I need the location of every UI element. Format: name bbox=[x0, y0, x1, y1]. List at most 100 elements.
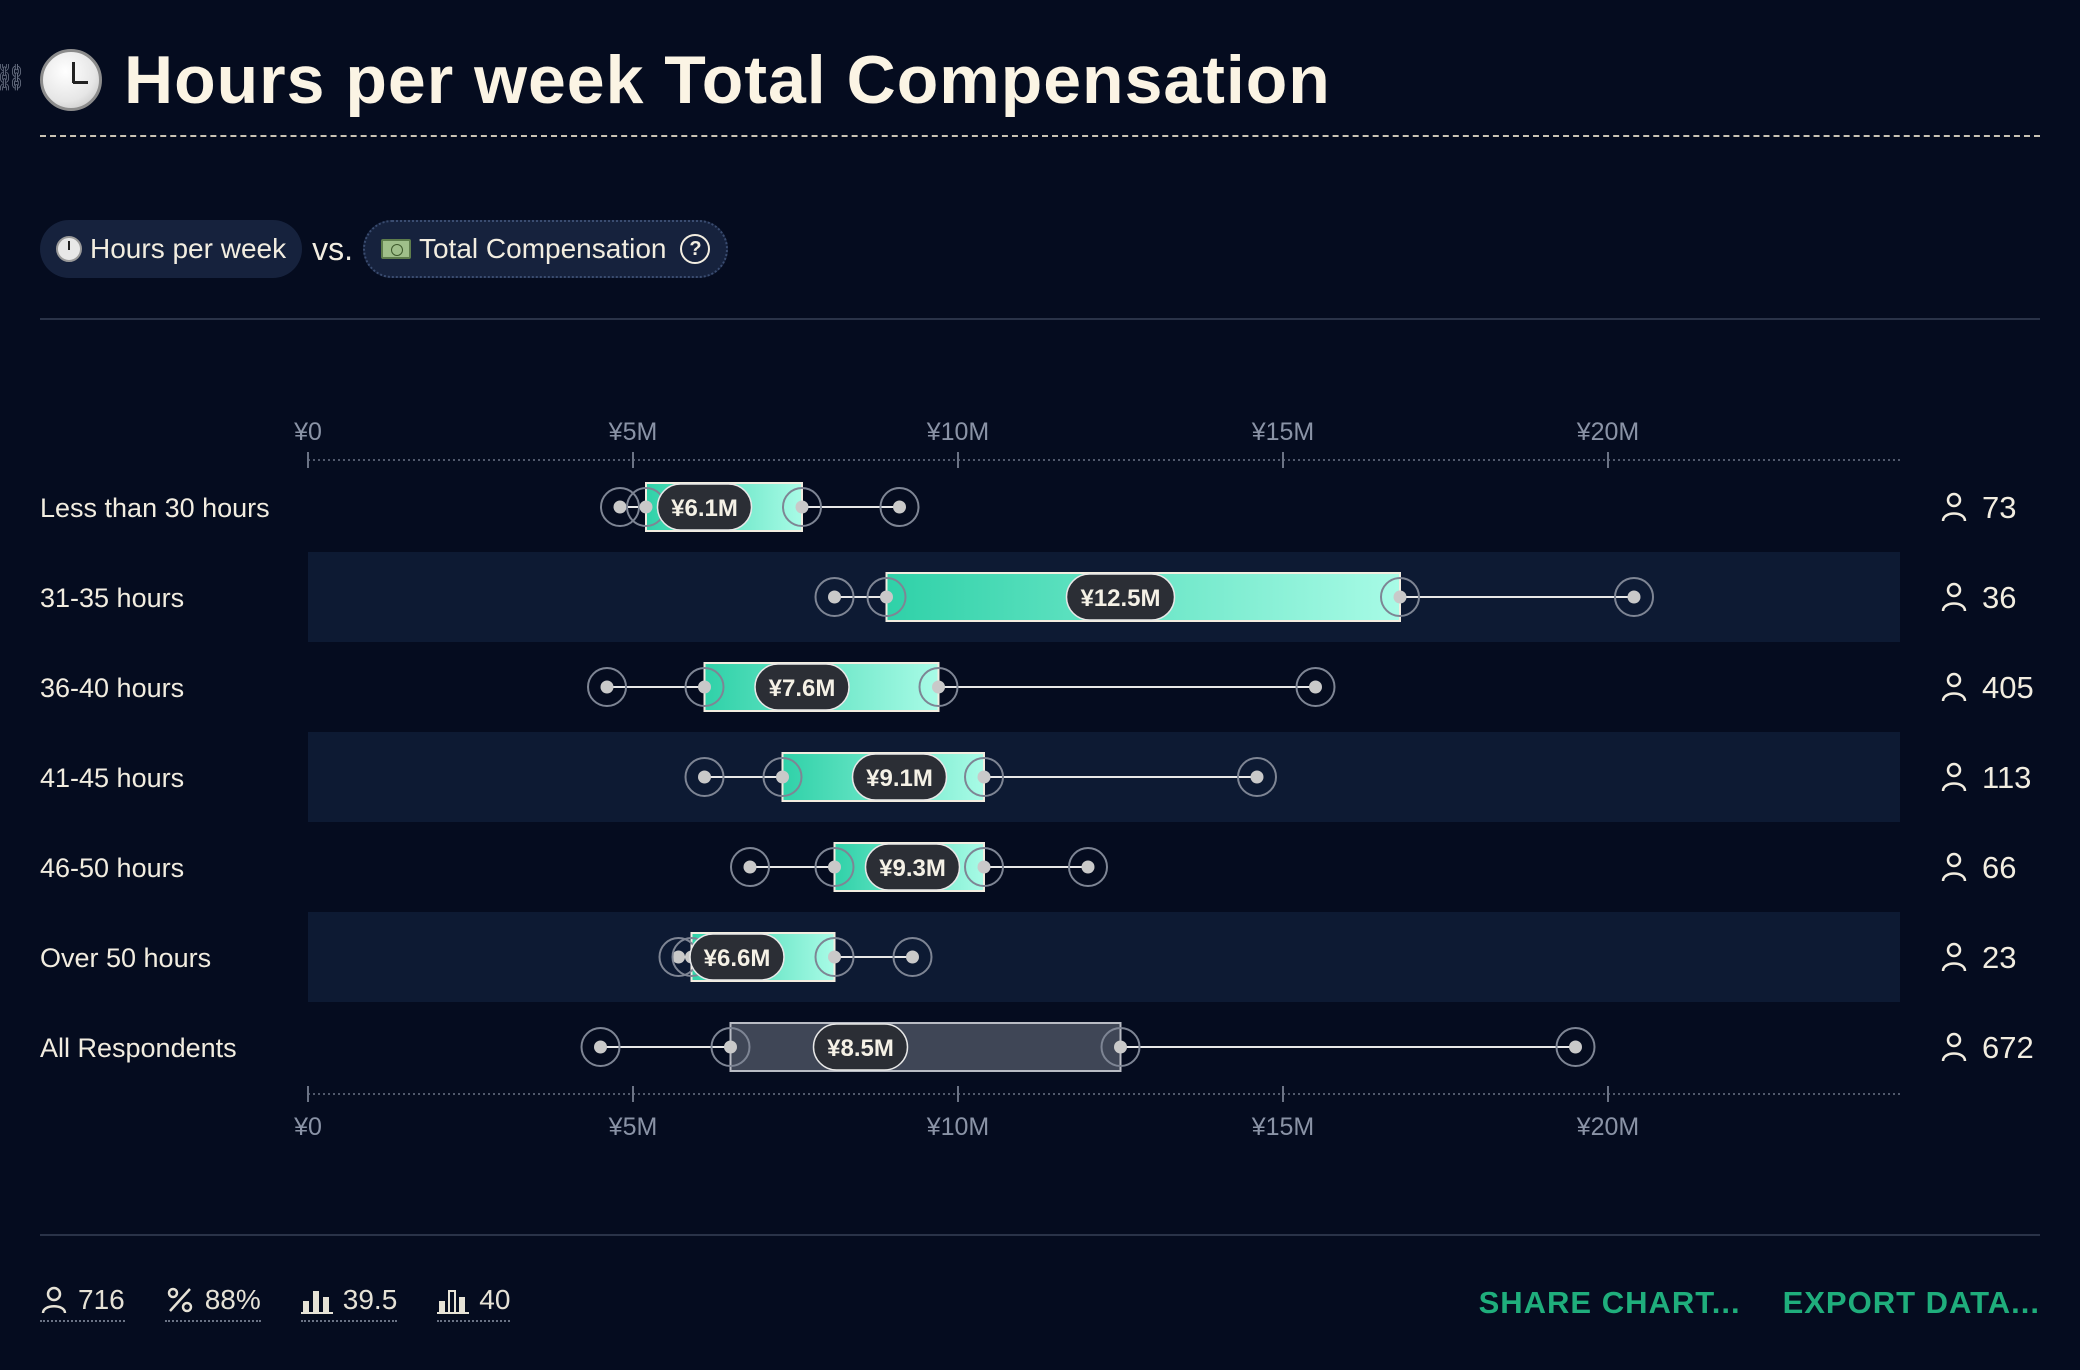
title-divider bbox=[40, 135, 2040, 137]
person-icon bbox=[1941, 1032, 1967, 1062]
whisker-end-dot bbox=[1569, 1040, 1582, 1054]
q1-marker bbox=[724, 1040, 737, 1054]
person-icon-head bbox=[1946, 762, 1962, 778]
person-icon-body bbox=[1941, 602, 1967, 612]
person-icon-head bbox=[1946, 942, 1962, 958]
respondents-stat[interactable]: 716 bbox=[40, 1284, 125, 1322]
whisker-end-dot bbox=[613, 500, 627, 514]
person-icon-body bbox=[1941, 1052, 1967, 1062]
respondents-value: 716 bbox=[78, 1284, 125, 1315]
q3-marker bbox=[828, 950, 841, 964]
share-chart-button[interactable]: SHARE CHART... bbox=[1479, 1285, 1741, 1321]
whisker-end-dot bbox=[1627, 590, 1641, 604]
person-icon bbox=[1941, 762, 1967, 792]
median-label: ¥7.6M bbox=[769, 675, 836, 702]
boxplot-chart: ¥0 ¥5M ¥10M ¥15M ¥20M ¥0 ¥5M ¥10M ¥15M ¥20M Less t… bbox=[40, 418, 2034, 1141]
whisker-end-dot bbox=[743, 860, 757, 874]
median-icon bbox=[437, 1290, 470, 1314]
q3-marker bbox=[795, 500, 809, 514]
whisker-end-dot bbox=[1250, 770, 1264, 784]
row-count: 23 bbox=[1982, 940, 2016, 975]
comparison-selector: Hours per week vs. Total Compensation ? bbox=[40, 220, 729, 278]
row-count: 113 bbox=[1982, 760, 2031, 795]
row-label: 41-45 hours bbox=[40, 763, 184, 793]
x-tick-label: ¥10M bbox=[926, 1113, 990, 1141]
header-divider bbox=[40, 318, 2040, 320]
median-label: ¥6.6M bbox=[704, 945, 771, 972]
footer-divider bbox=[40, 1234, 2040, 1236]
person-icon bbox=[1941, 672, 1967, 702]
person-icon-body bbox=[1941, 872, 1967, 882]
row-count: 66 bbox=[1982, 850, 2016, 885]
median-label: ¥9.1M bbox=[866, 765, 933, 792]
row-count: 36 bbox=[1982, 580, 2016, 615]
person-icon bbox=[1941, 852, 1967, 882]
x-tick-label: ¥15M bbox=[1251, 1113, 1315, 1141]
percent-stat[interactable]: 88% bbox=[164, 1284, 261, 1322]
person-icon-head bbox=[1946, 1032, 1962, 1048]
row-band bbox=[308, 912, 1900, 1002]
whisker-end-dot bbox=[594, 1040, 607, 1054]
row-label: 31-35 hours bbox=[40, 583, 184, 613]
percent-value: 88% bbox=[204, 1284, 261, 1315]
person-icon bbox=[1941, 942, 1967, 972]
help-icon[interactable]: ? bbox=[680, 234, 711, 264]
q3-marker bbox=[1114, 1040, 1127, 1054]
x-tick-label: ¥20M bbox=[1576, 418, 1640, 446]
row-count: 672 bbox=[1982, 1030, 2034, 1065]
person-icon bbox=[1941, 582, 1967, 612]
person-icon-body bbox=[1941, 512, 1967, 522]
stats-bar: 716 88% 39.5 40 bbox=[40, 1278, 511, 1328]
x-tick-label: ¥20M bbox=[1576, 1113, 1640, 1141]
link-icon[interactable]: ⛓ bbox=[0, 62, 27, 93]
chart-title: Hours per week Total Compensation bbox=[40, 38, 1331, 122]
clock-icon bbox=[40, 49, 102, 111]
mean-value: 39.5 bbox=[342, 1284, 398, 1315]
vs-label: vs. bbox=[312, 230, 353, 267]
row-count: 73 bbox=[1982, 490, 2016, 525]
percent-icon bbox=[167, 1287, 192, 1313]
row-count: 405 bbox=[1982, 670, 2034, 705]
person-icon-head bbox=[1946, 672, 1962, 688]
person-icon-head bbox=[1946, 852, 1962, 868]
whisker-end-dot bbox=[893, 500, 906, 514]
hours-pill[interactable]: Hours per week bbox=[40, 220, 303, 278]
q3-marker bbox=[977, 770, 991, 784]
person-icon bbox=[41, 1286, 67, 1314]
person-icon-body bbox=[1941, 692, 1967, 702]
median-label: ¥8.5M bbox=[827, 1035, 894, 1062]
mean-stat[interactable]: 39.5 bbox=[300, 1284, 398, 1322]
person-icon-head bbox=[1946, 492, 1962, 508]
q1-marker bbox=[698, 680, 711, 694]
median-label: ¥6.1M bbox=[671, 495, 738, 522]
whisker-end-dot bbox=[600, 680, 614, 694]
x-tick-label: ¥5M bbox=[608, 418, 658, 446]
whisker-end-dot bbox=[828, 590, 841, 604]
row-label: 46-50 hours bbox=[40, 853, 184, 883]
q1-marker bbox=[828, 860, 841, 874]
person-icon-body bbox=[1941, 962, 1967, 972]
whisker-end-dot bbox=[698, 770, 711, 784]
compensation-pill-label: Total Compensation bbox=[418, 233, 667, 264]
money-icon bbox=[380, 239, 411, 259]
median-stat[interactable]: 40 bbox=[437, 1284, 511, 1322]
page-title: Hours per week Total Compensation bbox=[124, 42, 1331, 118]
median-label: ¥12.5M bbox=[1080, 585, 1160, 612]
chart-actions: SHARE CHART... EXPORT DATA... bbox=[1479, 1278, 2040, 1328]
x-tick-label: ¥15M bbox=[1251, 418, 1315, 446]
person-icon bbox=[1941, 492, 1967, 522]
iqr-box bbox=[729, 1022, 1122, 1072]
row-label: Over 50 hours bbox=[40, 943, 211, 973]
row-label: Less than 30 hours bbox=[40, 493, 270, 523]
compensation-pill[interactable]: Total Compensation ? bbox=[362, 220, 729, 278]
whisker-end-dot bbox=[906, 950, 919, 964]
q1-marker bbox=[639, 500, 653, 514]
row-label: 36-40 hours bbox=[40, 673, 184, 703]
median-value: 40 bbox=[479, 1284, 511, 1315]
q1-marker bbox=[776, 770, 789, 784]
person-icon-head bbox=[1946, 582, 1962, 598]
person-icon-body bbox=[1941, 782, 1967, 792]
export-data-button[interactable]: EXPORT DATA... bbox=[1783, 1285, 2040, 1321]
x-tick-label: ¥10M bbox=[926, 418, 990, 446]
median-label: ¥9.3M bbox=[879, 855, 946, 882]
